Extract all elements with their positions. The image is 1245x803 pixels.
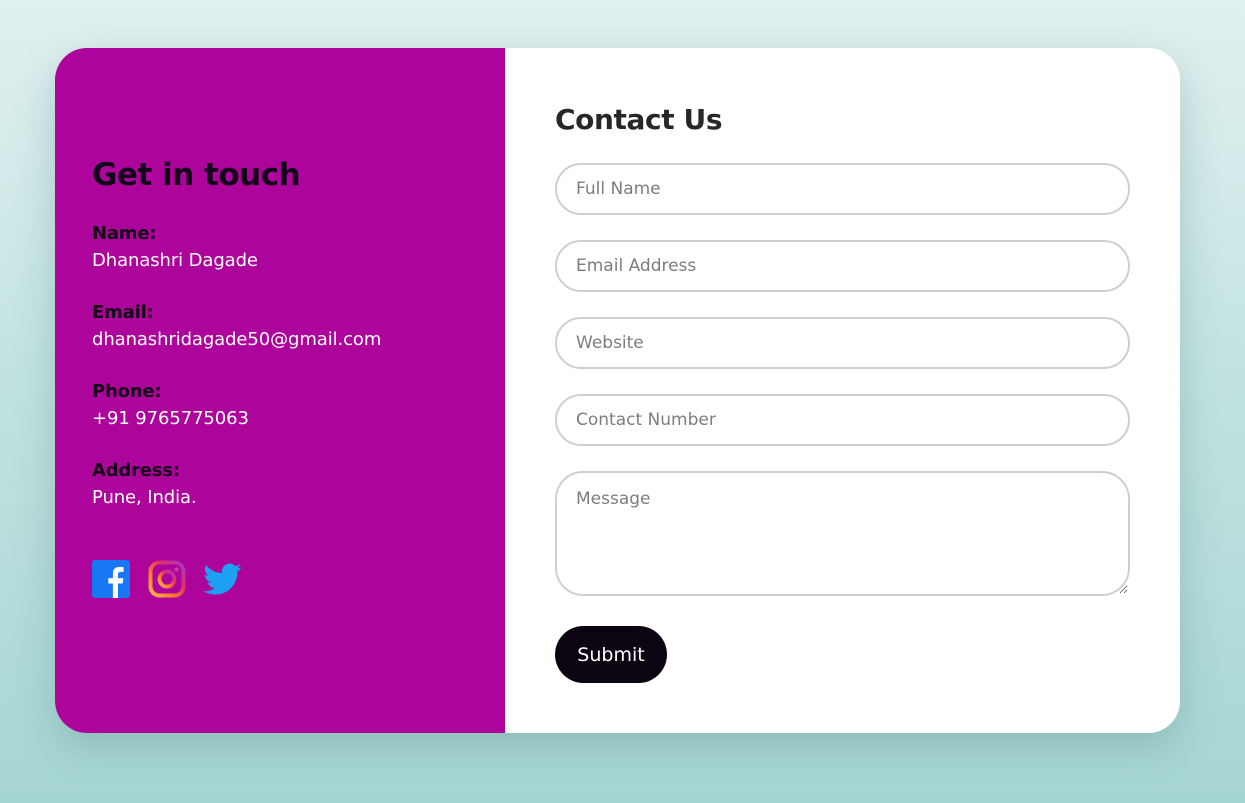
name-label: Name: [92,223,157,244]
email-input[interactable] [555,240,1130,292]
phone-info: Phone: +91 9765775063 [92,378,505,432]
address-info: Address: Pune, India. [92,457,505,511]
phone-label: Phone: [92,381,162,402]
submit-button[interactable]: Submit [555,626,667,683]
email-value: dhanashridagade50@gmail.com [92,329,382,350]
social-links [92,560,505,598]
get-in-touch-heading: Get in touch [92,157,301,193]
address-value: Pune, India. [92,487,197,508]
full-name-input[interactable] [555,163,1130,215]
email-info: Email: dhanashridagade50@gmail.com [92,299,505,353]
contact-number-input[interactable] [555,394,1130,446]
twitter-icon[interactable] [204,560,242,598]
facebook-icon[interactable] [92,560,130,598]
phone-value: +91 9765775063 [92,408,249,429]
name-value: Dhanashri Dagade [92,250,258,271]
contact-us-heading: Contact Us [555,103,723,136]
contact-form-panel: Contact Us Submit [505,48,1180,733]
name-info: Name: Dhanashri Dagade [92,220,505,274]
contact-card: Get in touch Name: Dhanashri Dagade Emai… [55,48,1180,733]
address-label: Address: [92,460,180,481]
message-textarea[interactable] [555,471,1130,596]
contact-form: Submit [555,163,1130,683]
website-input[interactable] [555,317,1130,369]
contact-info-panel: Get in touch Name: Dhanashri Dagade Emai… [55,48,505,733]
email-label: Email: [92,302,154,323]
instagram-icon[interactable] [148,560,186,598]
